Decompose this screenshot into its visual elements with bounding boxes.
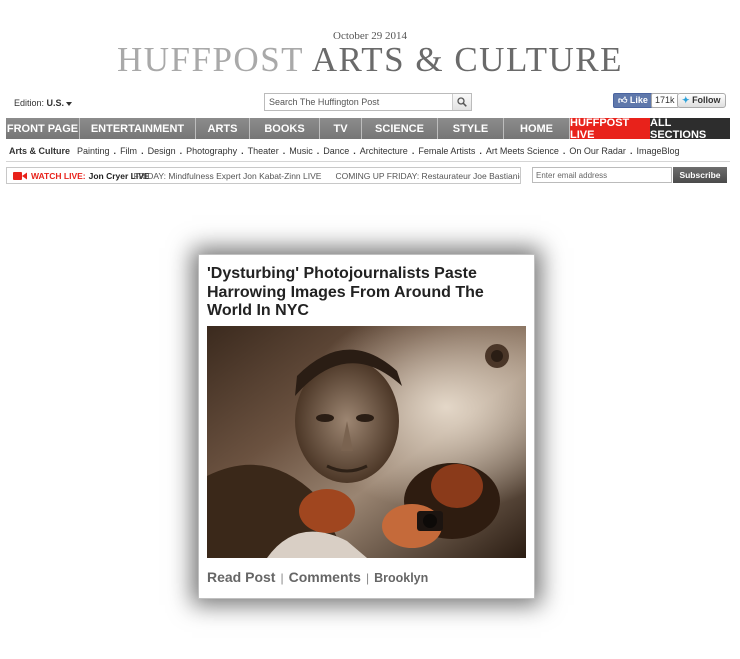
watch-live-label: WATCH LIVE: — [31, 170, 86, 181]
logo-brand: HUFFPOST — [116, 40, 304, 79]
subnav-link-architecture[interactable]: Architecture — [360, 146, 408, 156]
separator-dot: . — [411, 146, 415, 156]
header-divider — [6, 161, 730, 162]
edition-value: U.S. — [46, 98, 65, 108]
thumbs-up-icon: 👍︎ — [618, 95, 628, 105]
actions-separator: | — [280, 571, 284, 585]
main-navigation: FRONT PAGE ENTERTAINMENT ARTS BOOKS TV S… — [6, 117, 730, 141]
twitter-follow-button[interactable]: ✦ Follow — [677, 93, 726, 108]
separator-dot: . — [629, 146, 633, 156]
ticker-item[interactable]: COMING UP FRIDAY: Restaurateur Joe Basti… — [335, 171, 520, 181]
search-input[interactable] — [265, 94, 452, 110]
subnav-link-art-meets-science[interactable]: Art Meets Science — [486, 146, 559, 156]
comments-link[interactable]: Comments — [289, 569, 361, 585]
article-title[interactable]: 'Dysturbing' Photojournalists Paste Harr… — [207, 265, 527, 321]
video-camera-icon — [13, 171, 27, 181]
like-label: Like — [629, 95, 648, 105]
subnav-link-dance[interactable]: Dance — [323, 146, 349, 156]
subnav-link-female-artists[interactable]: Female Artists — [418, 146, 475, 156]
article-actions: Read Post | Comments | Brooklyn — [207, 569, 428, 585]
separator-dot: . — [179, 146, 183, 156]
email-input[interactable] — [532, 167, 672, 183]
subnav-link-theater[interactable]: Theater — [248, 146, 279, 156]
separator-dot: . — [282, 146, 286, 156]
nav-science[interactable]: SCIENCE — [362, 118, 438, 139]
separator-dot: . — [316, 146, 320, 156]
edition-label: Edition: — [14, 98, 45, 108]
separator-dot: . — [113, 146, 117, 156]
nav-arts[interactable]: ARTS — [196, 118, 250, 139]
nav-tv[interactable]: TV — [320, 118, 362, 139]
article-card: 'Dysturbing' Photojournalists Paste Harr… — [198, 254, 535, 599]
read-post-link[interactable]: Read Post — [207, 569, 275, 585]
subnav-link-film[interactable]: Film — [120, 146, 137, 156]
subnav-link-on-our-radar[interactable]: On Our Radar — [569, 146, 626, 156]
subnav-link-imageblog[interactable]: ImageBlog — [636, 146, 679, 156]
subscribe-button[interactable]: Subscribe — [673, 167, 727, 183]
separator-dot: . — [479, 146, 482, 156]
caret-down-icon — [66, 101, 73, 106]
subnav-link-design[interactable]: Design — [148, 146, 176, 156]
nav-all-sections[interactable]: ALL SECTIONS — [650, 117, 730, 141]
actions-separator: | — [365, 571, 370, 585]
separator-dot: . — [141, 146, 144, 156]
nav-home[interactable]: HOME — [504, 118, 570, 139]
separator-dot: . — [562, 146, 566, 156]
facebook-like-button[interactable]: 👍︎ Like — [613, 93, 653, 108]
subnav-link-painting[interactable]: Painting — [77, 146, 110, 156]
nav-style[interactable]: STYLE — [438, 118, 504, 139]
like-count: 171k — [651, 93, 679, 108]
edition-selector[interactable]: Edition: U.S. — [14, 98, 73, 108]
live-ticker[interactable]: WATCH LIVE: Jon Cryer LIVE FRIDAY: Mindf… — [6, 167, 521, 184]
nav-huffpost-live[interactable]: HUFFPOST LIVE — [570, 117, 650, 141]
search-button[interactable] — [452, 94, 471, 110]
subnav-link-photography[interactable]: Photography — [186, 146, 237, 156]
article-photo[interactable] — [207, 326, 526, 558]
separator-dot: . — [353, 146, 356, 156]
subnav-link-music[interactable]: Music — [289, 146, 313, 156]
nav-front-page[interactable]: FRONT PAGE — [6, 118, 80, 139]
subnav-title[interactable]: Arts & Culture — [9, 146, 70, 156]
twitter-bird-icon: ✦ — [682, 95, 690, 105]
search-icon — [457, 97, 467, 107]
separator-dot: . — [241, 146, 244, 156]
section-subnav: Arts & Culture Painting. Film. Design. P… — [9, 144, 679, 158]
site-logo[interactable]: HUFFPOST ARTS & CULTURE — [0, 40, 740, 80]
nav-entertainment[interactable]: ENTERTAINMENT — [80, 118, 196, 139]
nav-books[interactable]: BOOKS — [250, 118, 320, 139]
follow-label: Follow — [692, 95, 721, 105]
ticker-item[interactable]: FRIDAY: Mindfulness Expert Jon Kabat-Zin… — [134, 171, 322, 181]
search-bar — [264, 93, 472, 111]
tag-link-brooklyn[interactable]: Brooklyn — [374, 571, 428, 585]
logo-section: ARTS & CULTURE — [311, 40, 624, 79]
